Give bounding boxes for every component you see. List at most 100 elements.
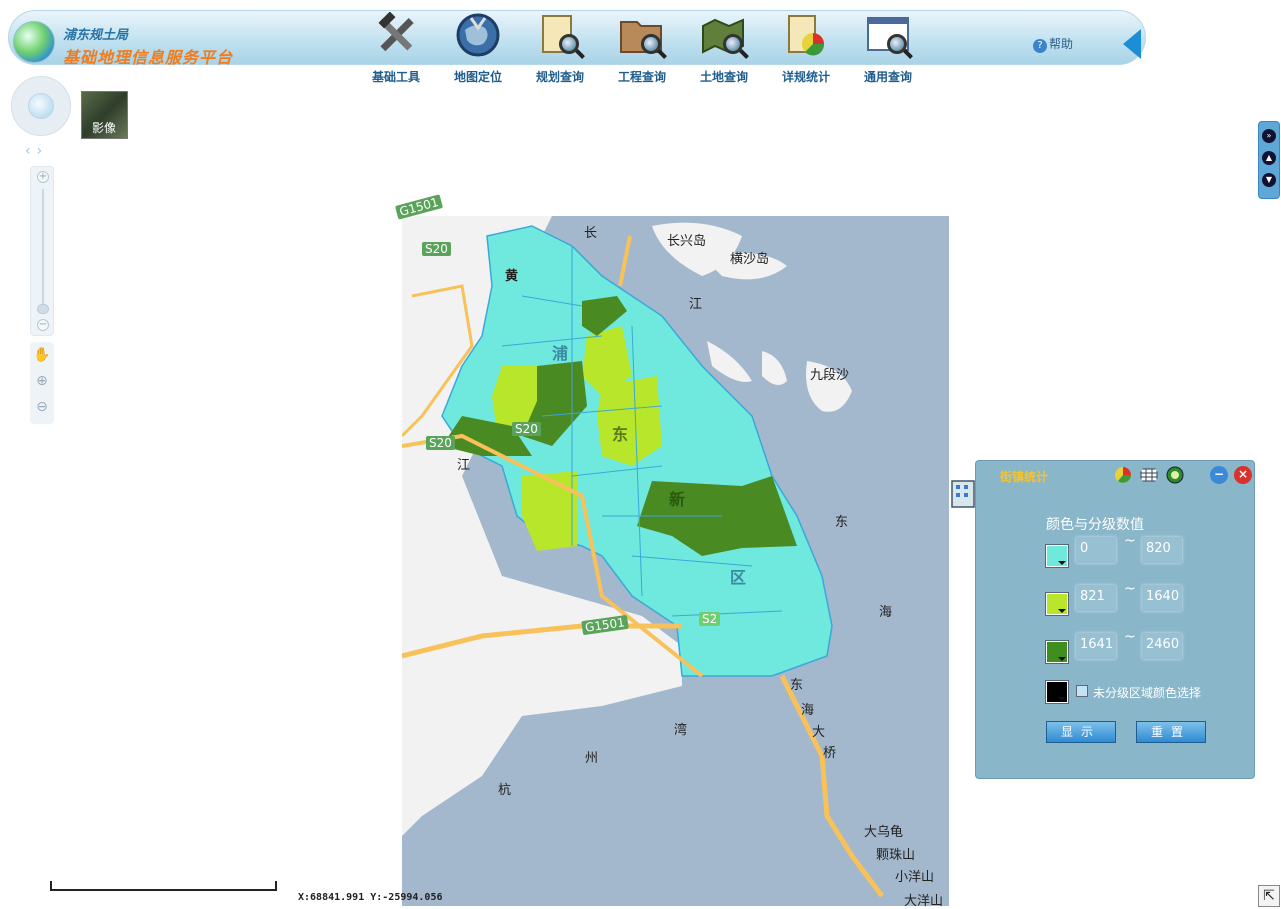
- tool-label: 土地查询: [699, 70, 748, 84]
- zoom-in-icon[interactable]: +: [37, 171, 49, 183]
- class-row: 1641 ~ 2460: [1045, 629, 1246, 664]
- unclassified-checkbox[interactable]: [1076, 685, 1088, 697]
- down-icon[interactable]: ▼: [1262, 173, 1276, 187]
- corner-arrow-icon[interactable]: ⇱: [1258, 885, 1280, 907]
- class-max-field[interactable]: 2460: [1142, 633, 1182, 659]
- tool-label: 规划查询: [535, 70, 584, 84]
- zoom-slider[interactable]: + −: [30, 166, 54, 336]
- map-label: 东: [612, 425, 629, 444]
- tool-basic-tools[interactable]: 基础工具: [355, 11, 437, 86]
- tool-label: 地图定位: [453, 70, 502, 84]
- map-label: 九段沙: [810, 368, 850, 383]
- close-icon[interactable]: ×: [1234, 466, 1252, 484]
- class-color-picker[interactable]: [1045, 592, 1069, 616]
- tool-detail-statistics[interactable]: 详规统计: [765, 12, 847, 86]
- legend-title: 颜色与分级数值: [1046, 517, 1144, 533]
- map-label: 湾: [674, 723, 688, 738]
- pan-hand-icon[interactable]: ✋: [30, 342, 54, 368]
- map-view[interactable]: 长 长兴岛 横沙岛 江 九段沙 黄 浦 东 新 区 江 东 海 东 海 大 桥 …: [402, 216, 949, 909]
- org-name: 浦东规土局: [63, 28, 129, 43]
- app-window: 浦东规土局 基础地理信息服务平台 ? 帮助 基础工具 地图定位 规划查询 工程查…: [0, 0, 1281, 909]
- zoom-in-box-icon[interactable]: ⊕: [30, 368, 54, 394]
- class-color-picker[interactable]: [1045, 640, 1069, 664]
- pan-globe-icon[interactable]: [28, 93, 54, 119]
- map-label: 小洋山: [895, 870, 935, 885]
- class-row: 0 ~ 820: [1045, 533, 1246, 568]
- pan-left-right-arrows[interactable]: ‹›: [25, 143, 59, 159]
- help-link[interactable]: ? 帮助: [1033, 35, 1073, 53]
- minimize-icon[interactable]: −: [1210, 466, 1228, 484]
- range-separator: ~: [1124, 533, 1136, 549]
- up-icon[interactable]: ▲: [1262, 151, 1276, 165]
- class-min-field[interactable]: 0: [1076, 537, 1116, 563]
- zoom-knob[interactable]: [37, 304, 49, 314]
- color-classify-icon[interactable]: [1166, 466, 1184, 484]
- expand-icon[interactable]: »: [1262, 129, 1276, 143]
- map-label: 东: [790, 678, 804, 693]
- class-max-field[interactable]: 1640: [1142, 585, 1182, 611]
- class-min-field[interactable]: 821: [1076, 585, 1116, 611]
- map-label: 州: [585, 751, 599, 766]
- map-tool-stack: ✋ ⊕ ⊖: [30, 342, 54, 424]
- map-label: 东: [835, 515, 849, 530]
- building-icon: [951, 480, 975, 508]
- highway-shield: S20: [422, 242, 451, 256]
- map-label: 区: [730, 568, 747, 587]
- class-max-field[interactable]: 820: [1142, 537, 1182, 563]
- unclassified-color-picker[interactable]: [1045, 680, 1069, 704]
- map-label: 颗珠山: [876, 848, 916, 863]
- zoom-out-box-icon[interactable]: ⊖: [30, 394, 54, 420]
- main-toolbar: 基础工具 地图定位 规划查询 工程查询 土地查询 详规统计 通用查询: [355, 11, 929, 86]
- tool-label: 基础工具: [371, 70, 420, 84]
- class-min-field[interactable]: 1641: [1076, 633, 1116, 659]
- globe-locate-icon: [455, 12, 501, 58]
- logo-icon: [13, 21, 55, 63]
- map-label: 桥: [823, 746, 837, 761]
- tool-map-locate[interactable]: 地图定位: [437, 12, 519, 86]
- layer-label: 影像: [92, 121, 117, 135]
- help-label: 帮助: [1049, 37, 1074, 51]
- general-search-icon: [865, 12, 911, 58]
- zoom-out-icon[interactable]: −: [37, 319, 49, 331]
- chart-statistics-icon: [783, 12, 829, 58]
- tool-label: 工程查询: [617, 70, 666, 84]
- coordinate-readout: X:68841.991 Y:-25994.056: [298, 892, 443, 903]
- tool-label: 通用查询: [863, 70, 912, 84]
- class-color-picker[interactable]: [1045, 544, 1069, 568]
- table-icon[interactable]: [1140, 466, 1158, 484]
- pie-chart-icon[interactable]: [1114, 466, 1132, 484]
- street-stats-panel: 街镇统计 − × 颜色与分级数值 0 ~ 820 821 ~ 1640 1641: [951, 460, 1255, 779]
- map-label: 横沙岛: [730, 252, 770, 267]
- map-label: 大洋山: [904, 894, 944, 909]
- map-label: 长: [584, 226, 598, 241]
- right-mini-toolbar: » ▲ ▼: [1258, 121, 1280, 199]
- map-label: 浦: [552, 344, 569, 363]
- highway-shield: S20: [426, 436, 455, 450]
- tool-project-query[interactable]: 工程查询: [601, 12, 683, 86]
- map-label: 黄: [505, 269, 519, 284]
- imagery-layer-switch[interactable]: 影像: [81, 91, 128, 139]
- map-canvas: [402, 216, 949, 906]
- map-label: 海: [879, 605, 893, 620]
- unclassified-label: 未分级区域颜色选择: [1093, 686, 1202, 700]
- map-label: 新: [669, 490, 686, 509]
- map-label: 海: [801, 703, 815, 718]
- tool-planning-query[interactable]: 规划查询: [519, 12, 601, 86]
- reset-button[interactable]: 重置: [1136, 721, 1206, 743]
- pan-control[interactable]: [11, 76, 71, 136]
- zoom-rail: [42, 189, 44, 309]
- highway-shield: S2: [699, 612, 721, 626]
- tools-icon: [373, 11, 419, 58]
- tool-land-query[interactable]: 土地查询: [683, 12, 765, 86]
- show-button[interactable]: 显示: [1046, 721, 1116, 743]
- platform-title: 基础地理信息服务平台: [63, 48, 234, 67]
- panel-title: 街镇统计: [1000, 470, 1049, 484]
- help-icon: ?: [1033, 39, 1047, 53]
- tool-general-query[interactable]: 通用查询: [847, 12, 929, 86]
- range-separator: ~: [1124, 629, 1136, 645]
- land-search-icon: [701, 12, 747, 58]
- map-label: 杭: [498, 783, 512, 798]
- collapse-arrow-icon[interactable]: [1123, 29, 1141, 59]
- map-label: 大乌龟: [864, 825, 904, 840]
- map-label: 长兴岛: [667, 234, 707, 249]
